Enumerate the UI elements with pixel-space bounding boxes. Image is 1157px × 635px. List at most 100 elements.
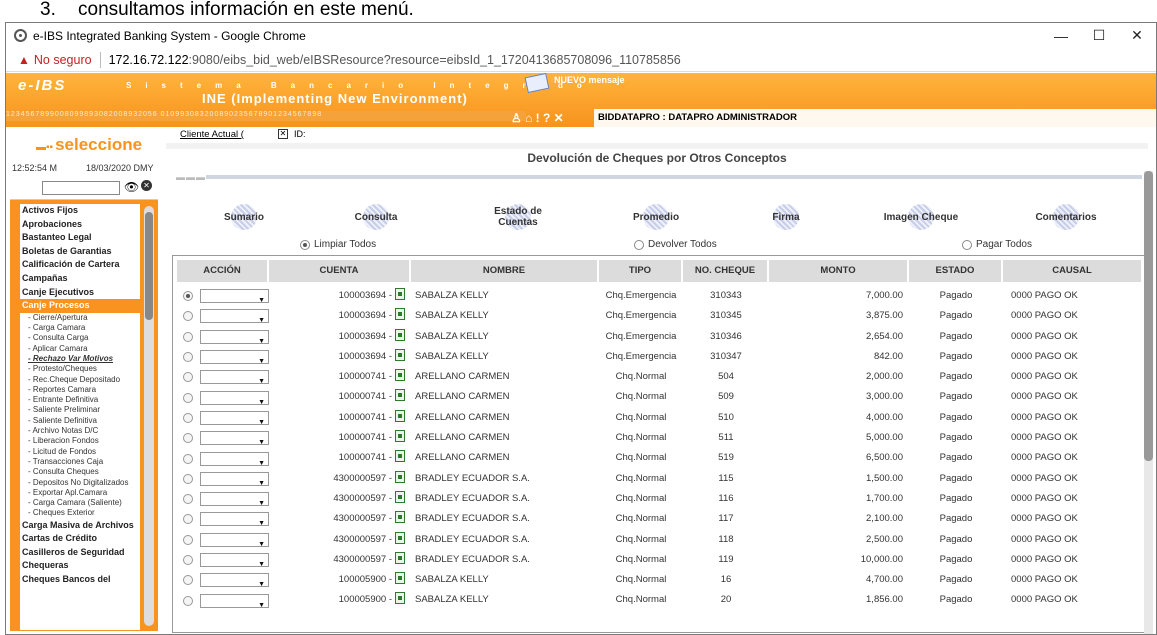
row-radio[interactable] <box>183 534 193 545</box>
row-radio[interactable] <box>183 433 193 444</box>
sidebar-subitem[interactable]: - Cierre/Apertura <box>20 313 140 323</box>
account-detail-icon[interactable] <box>395 470 405 483</box>
sidebar-item[interactable]: Chequeras <box>20 559 140 573</box>
row-radio[interactable] <box>183 494 193 505</box>
account-detail-icon[interactable] <box>395 328 405 341</box>
action-select[interactable] <box>199 350 269 367</box>
sidebar-item[interactable]: Casilleros de Seguridad <box>20 546 140 560</box>
url-path[interactable]: :9080/eibs_bid_web/eIBSResource?resource… <box>189 53 681 67</box>
action-select[interactable] <box>199 471 269 489</box>
cliente-actual-link[interactable]: Cliente Actual ( <box>180 129 244 140</box>
action-select[interactable] <box>199 329 269 347</box>
sidebar-item-active[interactable]: Canje Procesos <box>20 299 140 313</box>
radio-icon[interactable] <box>300 239 310 250</box>
sidebar-item[interactable]: Boletas de Garantias <box>20 245 140 259</box>
action-select[interactable] <box>199 390 269 408</box>
action-select[interactable] <box>199 593 269 611</box>
account-detail-icon[interactable] <box>395 511 405 524</box>
row-radio[interactable] <box>183 372 193 383</box>
row-radio[interactable] <box>183 473 193 484</box>
action-select[interactable] <box>199 532 269 550</box>
url-host[interactable]: 172.16.72.122 <box>109 53 189 67</box>
radio-icon[interactable] <box>634 239 644 250</box>
eye-icon[interactable]: 👁 <box>124 180 139 194</box>
close-client-icon[interactable]: ✕ <box>278 129 288 139</box>
account-detail-icon[interactable] <box>395 430 405 443</box>
close-button[interactable]: ✕ <box>1118 27 1156 44</box>
action-select[interactable] <box>199 410 269 428</box>
row-radio[interactable] <box>183 575 193 586</box>
account-detail-icon[interactable] <box>395 389 405 402</box>
sidebar-item[interactable]: Activos Fijos <box>20 204 140 218</box>
action-select[interactable] <box>199 451 269 469</box>
sidebar-subitem[interactable]: - Rec.Cheque Depositado <box>20 375 140 385</box>
sidebar-subitem[interactable]: - Liberacion Fondos <box>20 436 140 446</box>
vscroll-thumb[interactable] <box>1144 171 1153 461</box>
action-select[interactable] <box>199 512 269 530</box>
sidebar-item[interactable]: Campañas <box>20 272 140 286</box>
action-select[interactable] <box>199 553 269 570</box>
warning-icon[interactable]: ▲ <box>18 53 30 67</box>
account-detail-icon[interactable] <box>395 348 405 361</box>
row-radio[interactable] <box>183 352 193 363</box>
sidebar-subitem[interactable]: - Entrante Definitiva <box>20 395 140 405</box>
tab-item[interactable]: Promedio <box>616 197 696 237</box>
bulk-radio[interactable]: Devolver Todos <box>634 239 717 250</box>
sidebar-item[interactable]: Cheques Bancos del <box>20 573 140 587</box>
tab-item[interactable]: Imagen Cheque <box>866 197 976 237</box>
action-select[interactable] <box>199 573 269 590</box>
sidebar-subitem[interactable]: - Reportes Camara <box>20 385 140 395</box>
sidebar-item[interactable]: Bastanteo Legal <box>20 231 140 245</box>
header-tools[interactable]: ♙ ⌂ ! ? ✕ <box>511 111 564 125</box>
action-select[interactable] <box>199 431 269 448</box>
sidebar-item[interactable]: Carga Masiva de Archivos <box>20 519 140 533</box>
clear-icon[interactable]: ✕ <box>141 180 152 191</box>
account-detail-icon[interactable] <box>395 592 405 605</box>
row-radio[interactable] <box>183 331 193 342</box>
radio-icon[interactable] <box>962 239 972 250</box>
bulk-radio[interactable]: Pagar Todos <box>962 239 1032 250</box>
sidebar-subitem[interactable]: - Rechazo Var Motivos <box>20 354 140 364</box>
action-select[interactable] <box>199 370 269 387</box>
row-radio[interactable] <box>183 291 193 302</box>
sidebar-subitem[interactable]: - Saliente Definitiva <box>20 416 140 426</box>
row-radio[interactable] <box>183 311 193 322</box>
sidebar-subitem[interactable]: - Archivo Notas D/C <box>20 426 140 436</box>
sidebar-subitem[interactable]: - Depositos No Digitalizados <box>20 478 140 488</box>
maximize-button[interactable]: ☐ <box>1080 27 1118 44</box>
action-select[interactable] <box>199 492 269 509</box>
bulk-radio[interactable]: Limpiar Todos <box>300 239 376 250</box>
action-select[interactable] <box>199 289 269 306</box>
account-detail-icon[interactable] <box>395 490 405 503</box>
minimize-button[interactable]: — <box>1042 28 1080 44</box>
search-input[interactable] <box>42 181 120 195</box>
account-detail-icon[interactable] <box>395 369 405 382</box>
account-detail-icon[interactable] <box>395 572 405 585</box>
tab-item[interactable]: Consulta <box>336 197 416 237</box>
menu-scrollbar[interactable] <box>144 206 154 626</box>
row-radio[interactable] <box>183 514 193 525</box>
row-radio[interactable] <box>183 412 193 423</box>
tab-item[interactable]: Firma <box>746 197 826 237</box>
row-radio[interactable] <box>183 453 193 464</box>
account-detail-icon[interactable] <box>395 450 405 463</box>
row-radio[interactable] <box>183 392 193 403</box>
sidebar-subitem[interactable]: - Transacciones Caja <box>20 457 140 467</box>
envelope-icon[interactable] <box>524 73 550 94</box>
sidebar-subitem[interactable]: - Exportar Apl.Camara <box>20 488 140 498</box>
sidebar-item[interactable]: Cartas de Crédito <box>20 532 140 546</box>
address-bar[interactable]: ▲ No seguro 172.16.72.122:9080/eibs_bid_… <box>6 48 1156 72</box>
account-detail-icon[interactable] <box>395 409 405 422</box>
sidebar-subitem[interactable]: - Carga Camara (Saliente) <box>20 498 140 508</box>
row-radio[interactable] <box>183 555 193 565</box>
not-secure-label[interactable]: No seguro <box>34 53 92 67</box>
tab-item[interactable]: Sumario <box>204 197 284 237</box>
sidebar-item[interactable]: Canje Ejecutivos <box>20 286 140 300</box>
sidebar-subitem[interactable]: - Consulta Cheques <box>20 467 140 477</box>
menu-scroll-thumb[interactable] <box>145 212 153 320</box>
sidebar-subitem[interactable]: - Licitud de Fondos <box>20 447 140 457</box>
sidebar-subitem[interactable]: - Protesto/Cheques <box>20 364 140 374</box>
page-vscrollbar[interactable] <box>1144 171 1153 634</box>
account-detail-icon[interactable] <box>395 288 405 300</box>
account-detail-icon[interactable] <box>395 308 405 321</box>
